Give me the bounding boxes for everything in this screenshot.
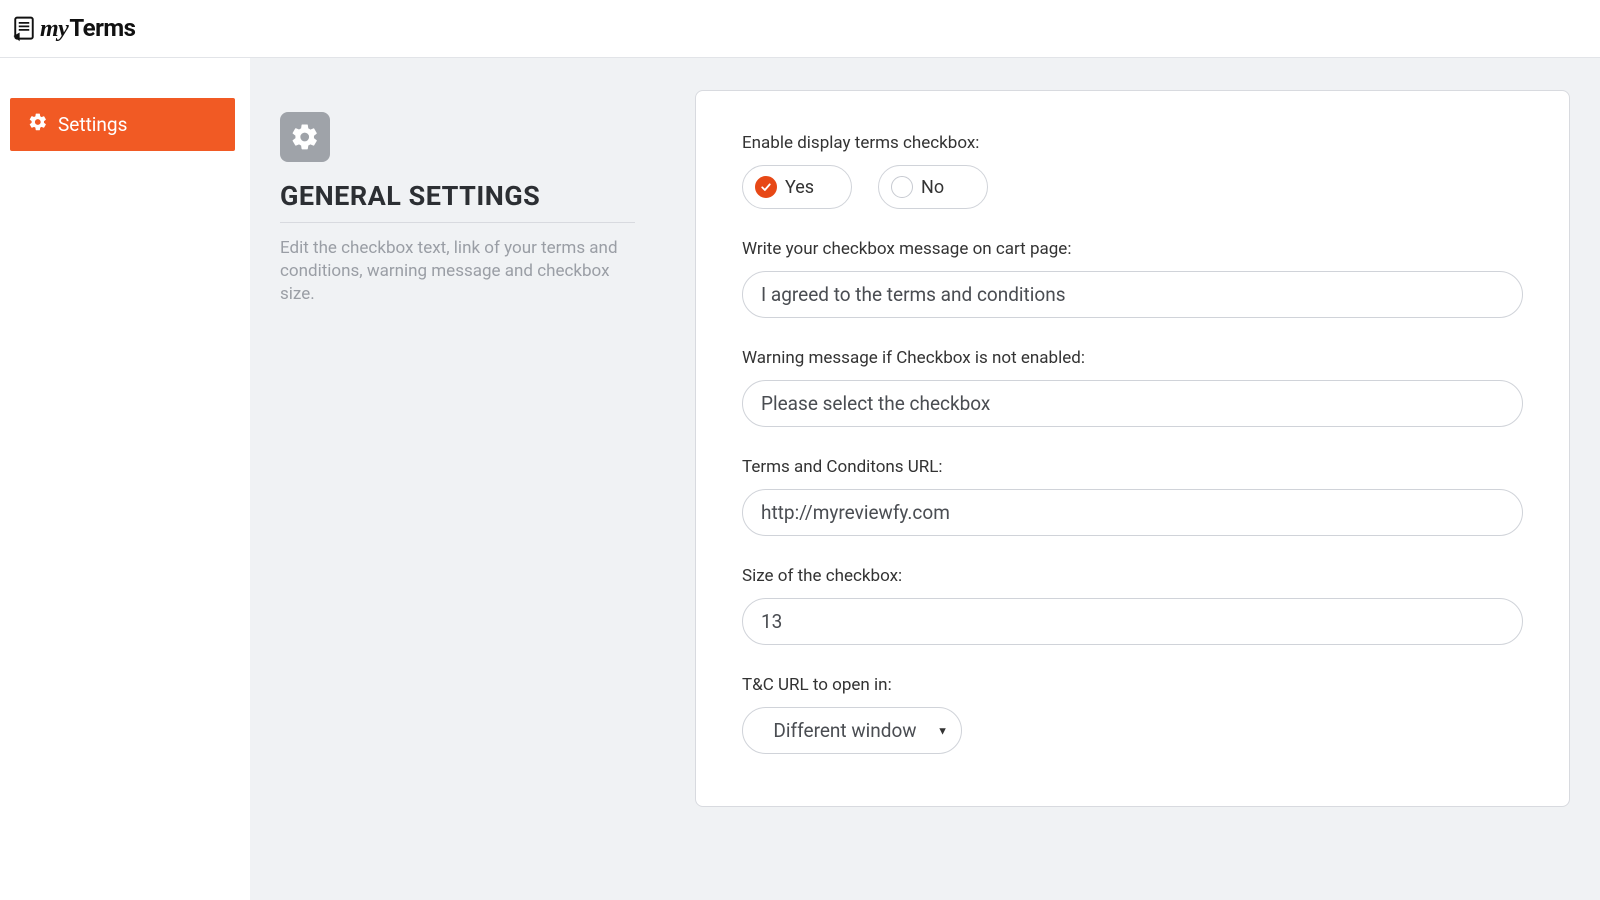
- settings-card: Enable display terms checkbox: Yes No: [695, 90, 1570, 807]
- radio-yes[interactable]: Yes: [742, 165, 852, 209]
- tc-url-input[interactable]: [742, 489, 1523, 536]
- field-label: Write your checkbox message on cart page…: [742, 239, 1523, 259]
- radio-label: Yes: [785, 177, 814, 198]
- sidebar: Settings: [0, 58, 250, 900]
- gear-icon: [28, 112, 48, 137]
- field-label: Enable display terms checkbox:: [742, 133, 1523, 153]
- field-label: Terms and Conditons URL:: [742, 457, 1523, 477]
- brand-suffix: Terms: [69, 14, 135, 42]
- field-warning-message: Warning message if Checkbox is not enabl…: [742, 348, 1523, 427]
- warning-message-input[interactable]: [742, 380, 1523, 427]
- brand-prefix: my: [40, 16, 68, 42]
- topbar: myTerms: [0, 0, 1600, 58]
- field-label: Warning message if Checkbox is not enabl…: [742, 348, 1523, 368]
- checkbox-size-input[interactable]: [742, 598, 1523, 645]
- field-tc-url: Terms and Conditons URL:: [742, 457, 1523, 536]
- content: GENERAL SETTINGS Edit the checkbox text,…: [250, 58, 1600, 900]
- field-label: T&C URL to open in:: [742, 675, 1523, 695]
- field-open-in: T&C URL to open in: Different window ▼: [742, 675, 1523, 754]
- sidebar-item-settings[interactable]: Settings: [10, 98, 235, 151]
- radio-group-enable: Yes No: [742, 165, 1523, 209]
- brand-name: myTerms: [40, 14, 136, 43]
- radio-label: No: [921, 177, 944, 198]
- checkbox-message-input[interactable]: [742, 271, 1523, 318]
- open-in-select-wrap: Different window ▼: [742, 707, 962, 754]
- gear-icon: [280, 112, 330, 162]
- radio-no[interactable]: No: [878, 165, 988, 209]
- sidebar-item-label: Settings: [58, 113, 127, 136]
- brand-logo: myTerms: [10, 14, 136, 43]
- field-enable-display: Enable display terms checkbox: Yes No: [742, 133, 1523, 209]
- field-label: Size of the checkbox:: [742, 566, 1523, 586]
- open-in-select[interactable]: Different window: [742, 707, 962, 754]
- page-description: Edit the checkbox text, link of your ter…: [280, 237, 635, 306]
- field-checkbox-size: Size of the checkbox:: [742, 566, 1523, 645]
- radio-empty-icon: [891, 176, 913, 198]
- document-icon: [10, 15, 38, 43]
- main-area: Settings GENERAL SETTINGS Edit the check…: [0, 58, 1600, 900]
- check-icon: [755, 176, 777, 198]
- page-title: GENERAL SETTINGS: [280, 180, 635, 223]
- field-checkbox-message: Write your checkbox message on cart page…: [742, 239, 1523, 318]
- intro-panel: GENERAL SETTINGS Edit the checkbox text,…: [280, 90, 635, 306]
